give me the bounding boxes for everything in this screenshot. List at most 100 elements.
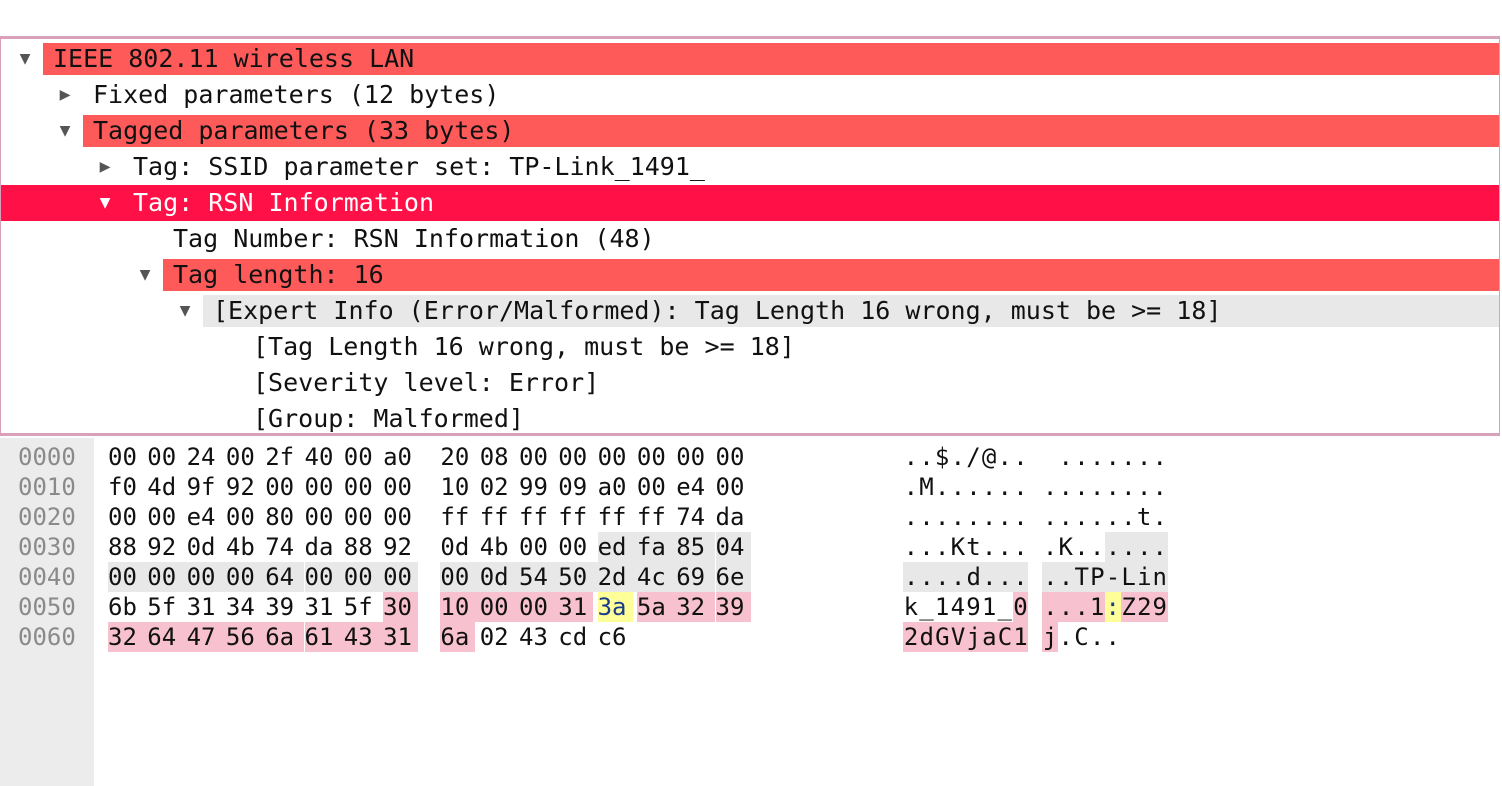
tree-node[interactable]: ▶ Tag: SSID parameter set: TP-Link_1491_ [1, 149, 1499, 185]
hex-byte[interactable]: 9f [187, 472, 222, 502]
hex-byte[interactable]: 39 [715, 592, 751, 622]
tree-node[interactable]: ▼ [Expert Info (Error/Malformed): Tag Len… [1, 293, 1499, 329]
expanded-arrow-icon[interactable]: ▼ [13, 41, 37, 77]
hex-byte[interactable]: 00 [147, 562, 187, 592]
hex-byte[interactable]: 0d [479, 562, 519, 592]
hex-byte[interactable]: 6e [715, 562, 751, 592]
packet-details-tree[interactable]: ▼ IEEE 802.11 wireless LAN ▶ Fixed paramete… [0, 36, 1500, 436]
hex-byte[interactable]: 31 [305, 592, 340, 622]
hex-byte[interactable]: 74 [676, 502, 711, 532]
hex-byte[interactable]: 00 [226, 442, 261, 472]
hex-byte[interactable]: 6a [440, 622, 476, 652]
hex-byte[interactable]: 61 [304, 622, 344, 652]
hex-byte[interactable]: 54 [519, 562, 559, 592]
hex-byte[interactable]: 69 [676, 562, 716, 592]
collapsed-arrow-icon[interactable]: ▶ [53, 77, 77, 113]
hex-byte[interactable]: a0 [598, 472, 633, 502]
hex-byte[interactable]: 4c [636, 562, 677, 592]
tree-node[interactable]: [Severity level: Error] [1, 365, 1499, 401]
hex-byte[interactable]: 40 [305, 442, 340, 472]
hex-byte[interactable]: 00 [676, 442, 711, 472]
hex-byte[interactable]: cd [558, 622, 593, 652]
hex-byte[interactable]: ff [440, 502, 475, 532]
hex-byte[interactable]: 64 [265, 562, 305, 592]
tree-node[interactable]: ▶ Fixed parameters (12 bytes) [1, 77, 1499, 113]
hex-byte[interactable]: 00 [344, 472, 379, 502]
hex-byte[interactable]: 56 [225, 622, 266, 652]
hex-byte[interactable]: da [305, 532, 340, 562]
hex-byte[interactable]: 00 [305, 472, 340, 502]
hex-byte[interactable]: 00 [383, 472, 418, 502]
hex-byte[interactable]: 00 [344, 502, 379, 532]
hex-byte[interactable]: 00 [265, 472, 300, 502]
hex-byte[interactable]: 39 [265, 592, 300, 622]
hex-byte[interactable]: 0d [187, 532, 222, 562]
hex-byte[interactable]: 00 [186, 562, 226, 592]
hex-byte[interactable]: 00 [558, 532, 593, 562]
hex-byte[interactable]: 88 [344, 532, 379, 562]
hex-byte[interactable]: 00 [147, 442, 182, 472]
hex-byte[interactable]: 00 [598, 442, 633, 472]
hex-byte[interactable]: 31 [187, 592, 222, 622]
hex-byte[interactable]: 00 [479, 592, 519, 622]
hex-byte[interactable]: 85 [676, 532, 716, 562]
hex-byte[interactable]: 31 [383, 622, 419, 652]
hex-byte[interactable]: 08 [480, 442, 515, 472]
hex-byte[interactable]: 00 [637, 442, 672, 472]
hex-byte[interactable]: 31 [558, 592, 594, 622]
hex-byte[interactable]: 02 [480, 472, 515, 502]
hex-byte[interactable]: 00 [716, 442, 751, 472]
expanded-arrow-icon[interactable]: ▼ [133, 257, 157, 293]
hex-byte[interactable]: 00 [108, 442, 143, 472]
expanded-arrow-icon[interactable]: ▼ [173, 293, 197, 329]
hex-byte[interactable]: ff [480, 502, 515, 532]
hex-byte[interactable]: 00 [383, 502, 418, 532]
hex-byte[interactable]: 32 [676, 592, 716, 622]
hex-byte[interactable]: 2f [265, 442, 300, 472]
hex-byte[interactable]: c6 [598, 622, 633, 652]
hex-byte[interactable]: 30 [383, 592, 419, 622]
tree-node[interactable]: ▼ Tagged parameters (33 bytes) [1, 113, 1499, 149]
hex-byte[interactable]: 00 [343, 562, 384, 592]
hex-byte[interactable]: 64 [147, 622, 187, 652]
hex-byte[interactable]: 00 [108, 502, 143, 532]
hex-byte[interactable]: 00 [305, 502, 340, 532]
packet-bytes-pane[interactable]: 0000 00 00 24 00 2f 40 00 a0 20 08 00 00 00 00 00 00.. $.… [0, 438, 1502, 786]
tree-node[interactable]: [Group: Malformed] [1, 401, 1499, 433]
hex-byte[interactable]: f0 [108, 472, 143, 502]
hex-byte[interactable]: 10 [440, 592, 480, 622]
hex-byte[interactable]: 3a [597, 592, 633, 622]
hex-byte[interactable]: 47 [186, 622, 226, 652]
hex-byte[interactable]: 32 [108, 622, 148, 652]
hex-byte[interactable]: 43 [519, 622, 554, 652]
hex-byte[interactable]: 00 [344, 442, 379, 472]
hex-byte[interactable]: 00 [108, 562, 148, 592]
hex-byte[interactable]: 6b [108, 592, 143, 622]
hex-byte[interactable]: 2d [597, 562, 637, 592]
hex-byte[interactable]: 4b [226, 532, 261, 562]
hex-byte[interactable]: e4 [187, 502, 222, 532]
hex-byte[interactable]: 5f [147, 592, 182, 622]
hex-byte[interactable]: 50 [558, 562, 598, 592]
hex-byte[interactable]: 5a [636, 592, 677, 622]
tree-node[interactable]: ▼ Tag: RSN Information [1, 185, 1499, 221]
tree-node[interactable]: ▼ IEEE 802.11 wireless LAN [1, 41, 1499, 77]
hex-byte[interactable]: 02 [480, 622, 515, 652]
hex-byte[interactable]: ff [519, 502, 554, 532]
hex-byte[interactable]: ff [637, 502, 672, 532]
hex-byte[interactable]: 00 [716, 472, 751, 502]
hex-byte[interactable]: 20 [440, 442, 475, 472]
hex-byte[interactable]: 4b [480, 532, 515, 562]
hex-byte[interactable]: 00 [558, 442, 593, 472]
hex-byte[interactable]: ed [597, 532, 637, 562]
hex-byte[interactable]: 00 [147, 502, 182, 532]
hex-byte[interactable]: 04 [715, 532, 751, 562]
hex-byte[interactable]: fa [636, 532, 677, 562]
hex-byte[interactable]: 0d [440, 532, 475, 562]
hex-byte[interactable]: 00 [225, 562, 266, 592]
hex-byte[interactable]: 4d [147, 472, 182, 502]
hex-byte[interactable]: 88 [108, 532, 143, 562]
hex-byte[interactable]: 92 [147, 532, 182, 562]
hex-byte[interactable]: 00 [519, 442, 554, 472]
expanded-arrow-icon[interactable]: ▼ [53, 113, 77, 149]
